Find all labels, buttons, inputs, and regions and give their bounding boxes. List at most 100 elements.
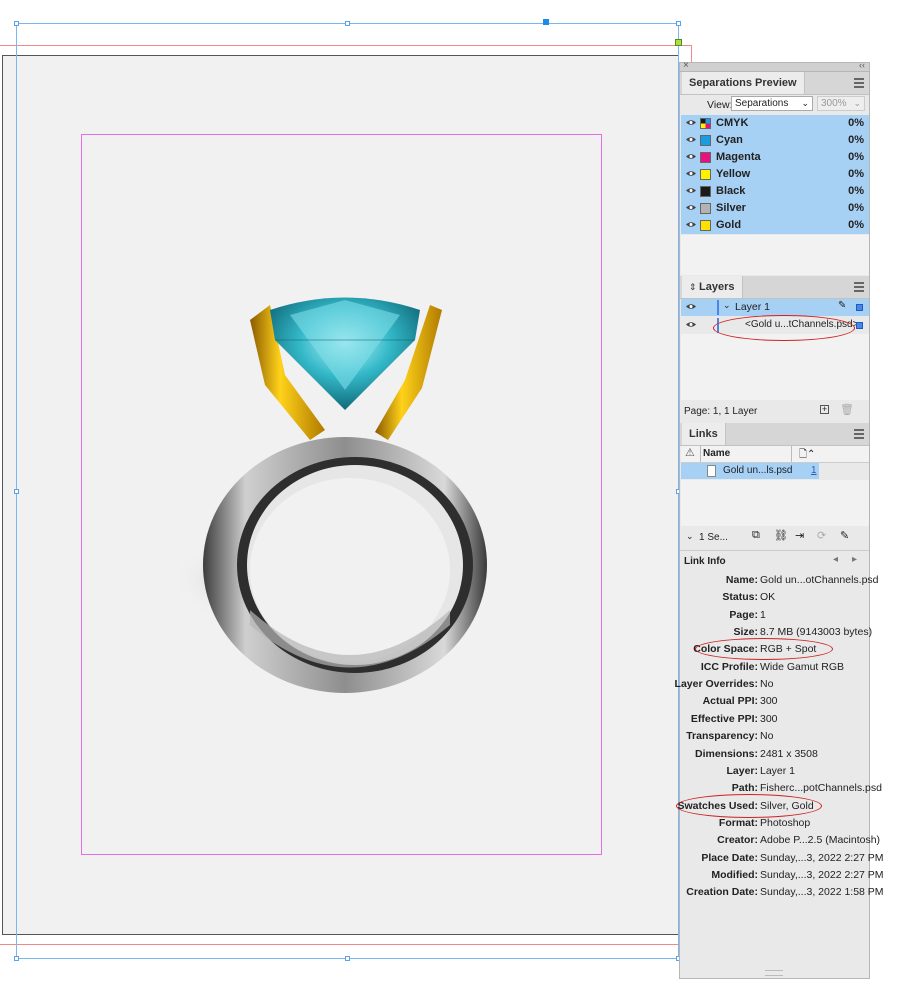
- collapse-panel-icon[interactable]: ‹‹: [859, 60, 865, 70]
- eye-icon[interactable]: [686, 119, 696, 126]
- link-page-number[interactable]: 1: [811, 465, 817, 476]
- tab-links[interactable]: Links: [682, 423, 726, 445]
- link-info-row: Effective PPI: 300: [680, 713, 869, 730]
- corner-options-handle[interactable]: [675, 39, 682, 46]
- link-info-label: Format:: [718, 816, 758, 829]
- view-select-value: Separations: [735, 98, 789, 109]
- color-swatch: [700, 135, 711, 146]
- ring-image[interactable]: [150, 280, 530, 720]
- link-info-row: Transparency: No: [680, 730, 869, 747]
- link-info-row: Creation Date: Sunday,...3, 2022 1:58 PM: [680, 886, 883, 903]
- previous-link-icon[interactable]: ◂: [833, 554, 838, 565]
- frame-handle-bottom[interactable]: [345, 956, 350, 961]
- warning-icon[interactable]: ⚠: [685, 446, 695, 459]
- frame-handle-top[interactable]: [345, 21, 350, 26]
- link-info-label: Creation Date:: [686, 886, 758, 899]
- eye-icon[interactable]: [686, 153, 696, 160]
- chevron-down-icon[interactable]: ⌄: [686, 531, 694, 542]
- relink-from-cc-icon[interactable]: ⧉: [752, 529, 760, 542]
- link-info-value: Fisherc...potChannels.psd: [760, 782, 882, 795]
- layer-name[interactable]: Layer 1: [735, 301, 770, 313]
- link-info-label: Name:: [725, 574, 758, 586]
- separation-percent: 0%: [848, 219, 864, 231]
- page-column-icon[interactable]: 🗋⌃: [799, 447, 815, 464]
- link-info-value: 1: [760, 608, 766, 621]
- chevron-down-icon: ⌄: [801, 98, 809, 108]
- separation-name: Silver: [716, 202, 746, 214]
- separation-row[interactable]: CMYK 0%: [681, 115, 869, 132]
- relink-icon[interactable]: ⛓: [774, 529, 788, 542]
- panel-title-bar[interactable]: × ‹‹: [679, 60, 870, 72]
- frame-handle-bottom-left[interactable]: [14, 956, 19, 961]
- separations-menu-icon[interactable]: [854, 78, 864, 88]
- separation-name: Magenta: [716, 151, 761, 163]
- eye-icon[interactable]: [686, 221, 696, 228]
- zoom-select-value: 300%: [821, 98, 847, 109]
- update-link-icon[interactable]: ⟳: [817, 529, 826, 542]
- new-layer-icon[interactable]: +: [820, 405, 829, 414]
- link-info-label: Dimensions:: [694, 747, 758, 760]
- link-info-row: Dimensions: 2481 x 3508: [680, 748, 869, 765]
- link-info-label: Actual PPI:: [702, 695, 758, 708]
- separation-row[interactable]: Magenta 0%: [681, 149, 869, 166]
- separation-percent: 0%: [848, 168, 864, 180]
- content-grabber-handle[interactable]: [543, 19, 549, 25]
- frame-handle-top-right[interactable]: [676, 21, 681, 26]
- eye-icon[interactable]: [686, 170, 696, 177]
- view-label: View:: [707, 99, 733, 111]
- link-info-label: Layer:: [726, 764, 758, 777]
- links-empty-area: [681, 480, 869, 526]
- separation-name: Gold: [716, 219, 742, 231]
- layer-selection-square[interactable]: [856, 304, 863, 311]
- frame-handle-left[interactable]: [14, 489, 19, 494]
- links-name-column-header[interactable]: Name: [703, 448, 730, 459]
- separation-row[interactable]: Gold 0%: [681, 217, 869, 234]
- pencil-icon[interactable]: ✎: [838, 300, 846, 311]
- trash-icon[interactable]: 🗑: [840, 403, 854, 416]
- links-header-row: ⚠ Name 🗋⌃: [681, 446, 869, 463]
- link-file-name[interactable]: Gold un...ls.psd: [723, 465, 792, 476]
- separation-row[interactable]: Black 0%: [681, 183, 869, 200]
- link-info-label: Modified:: [711, 868, 758, 881]
- edit-original-icon[interactable]: ✎: [840, 529, 849, 542]
- links-menu-icon[interactable]: [854, 429, 864, 439]
- layers-menu-icon[interactable]: [854, 282, 864, 292]
- layer-item-selection-square[interactable]: [856, 322, 863, 329]
- link-info-row: Format: Photoshop: [680, 817, 869, 834]
- zoom-select[interactable]: 300% ⌄: [817, 96, 865, 111]
- link-info-label: Page:: [729, 608, 758, 621]
- close-panel-icon[interactable]: ×: [683, 60, 689, 71]
- goto-link-icon[interactable]: ⇥: [795, 529, 804, 542]
- color-swatch: [700, 169, 711, 180]
- link-info-label: Effective PPI:: [690, 712, 758, 725]
- eye-icon[interactable]: [686, 136, 696, 143]
- eye-icon[interactable]: [686, 187, 696, 194]
- eye-icon[interactable]: [686, 303, 696, 310]
- tab-separations-preview[interactable]: Separations Preview: [682, 72, 805, 94]
- link-info-value: Adobe P...2.5 (Macintosh): [760, 834, 881, 847]
- eye-icon[interactable]: [686, 204, 696, 211]
- layers-footer-status: Page: 1, 1 Layer: [684, 406, 758, 417]
- panel-resize-grip[interactable]: [765, 970, 783, 976]
- link-info-value: Sunday,...3, 2022 2:27 PM: [760, 868, 884, 881]
- next-link-icon[interactable]: ▸: [852, 554, 857, 565]
- link-info-row: Name: Gold un...otChannels.psd: [680, 574, 879, 591]
- separation-percent: 0%: [848, 202, 864, 214]
- link-info-row: Place Date: Sunday,...3, 2022 2:27 PM: [680, 852, 883, 869]
- eye-icon[interactable]: [686, 321, 696, 328]
- separation-row[interactable]: Silver 0%: [681, 200, 869, 217]
- chevron-down-icon[interactable]: ⌄: [723, 300, 731, 311]
- link-info-value: Sunday,...3, 2022 2:27 PM: [760, 851, 884, 864]
- file-icon: [707, 465, 716, 477]
- separation-percent: 0%: [848, 151, 864, 163]
- frame-handle-top-left[interactable]: [14, 21, 19, 26]
- link-row[interactable]: Gold un...ls.psd 1: [681, 463, 819, 479]
- chevron-down-icon: ⌄: [853, 98, 861, 108]
- layer-row[interactable]: ⌄ Layer 1 ✎: [681, 299, 869, 316]
- link-info-row: Actual PPI: 300: [680, 695, 869, 712]
- separation-row[interactable]: Cyan 0%: [681, 132, 869, 149]
- link-info-label: Layer Overrides:: [674, 678, 758, 691]
- view-select[interactable]: Separations ⌄: [731, 96, 813, 111]
- tab-layers[interactable]: ⇕ Layers: [682, 276, 743, 298]
- separation-row[interactable]: Yellow 0%: [681, 166, 869, 183]
